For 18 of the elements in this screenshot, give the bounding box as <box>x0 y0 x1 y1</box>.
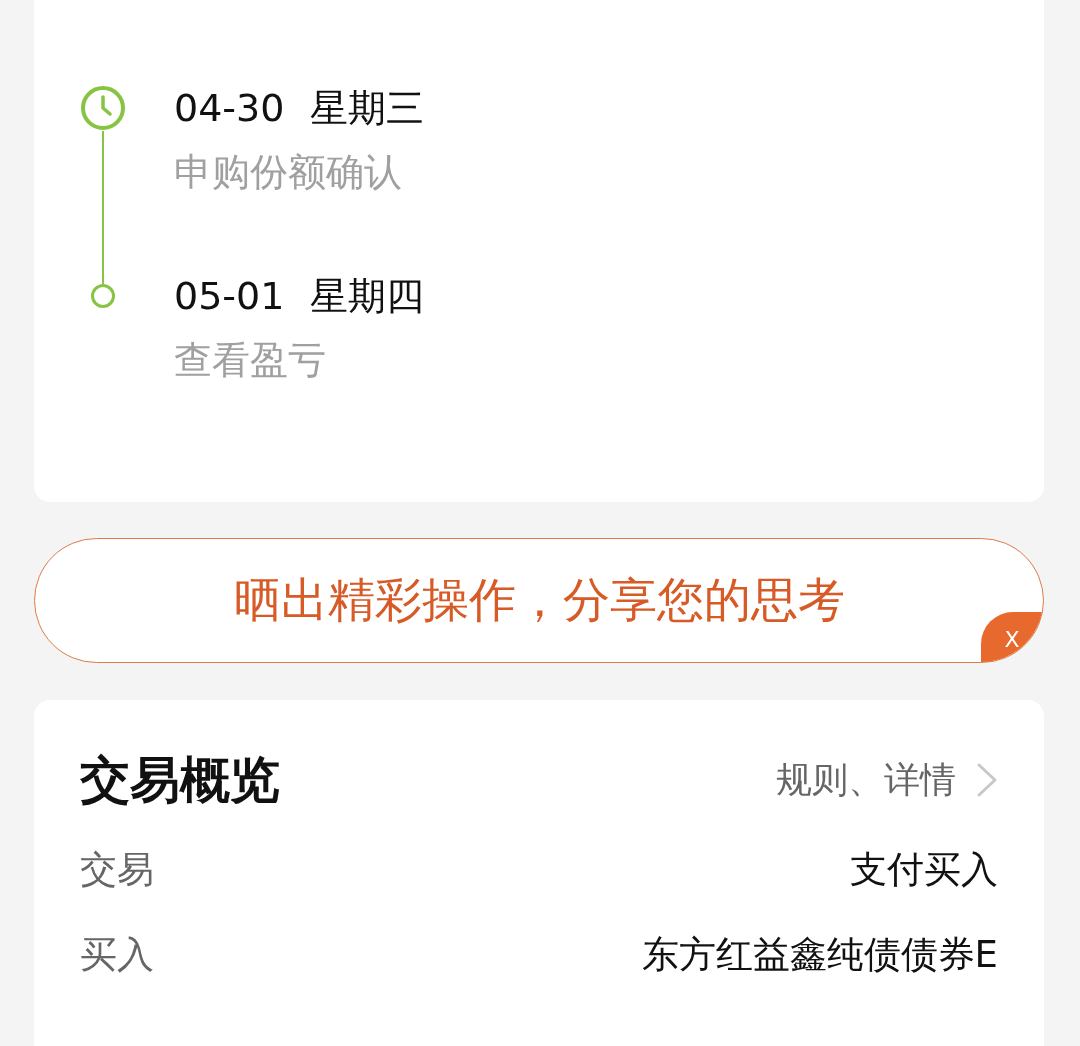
step-dot-icon <box>91 284 115 308</box>
field-label: 交易 <box>80 847 154 893</box>
close-button[interactable]: X <box>981 612 1043 662</box>
clock-icon <box>80 85 126 131</box>
weekday-text: 星期三 <box>310 85 425 131</box>
field-value: 东方红益鑫纯债债券E <box>641 932 998 978</box>
step-description: 查看盈亏 <box>174 337 327 383</box>
date-text: 05-01 <box>174 273 285 319</box>
chevron-right-icon <box>976 762 998 798</box>
step-description: 申购份额确认 <box>174 149 403 195</box>
field-label: 买入 <box>80 932 154 978</box>
field-value: 支付买入 <box>850 847 998 893</box>
share-banner[interactable]: 晒出精彩操作，分享您的思考 X <box>34 538 1044 663</box>
share-prompt-text: 晒出精彩操作，分享您的思考 <box>233 571 845 629</box>
rules-details-link[interactable]: 规则、详情 <box>776 755 998 805</box>
section-title: 交易概览 <box>80 752 280 808</box>
weekday-text: 星期四 <box>310 273 425 319</box>
date-text: 04-30 <box>174 85 285 131</box>
